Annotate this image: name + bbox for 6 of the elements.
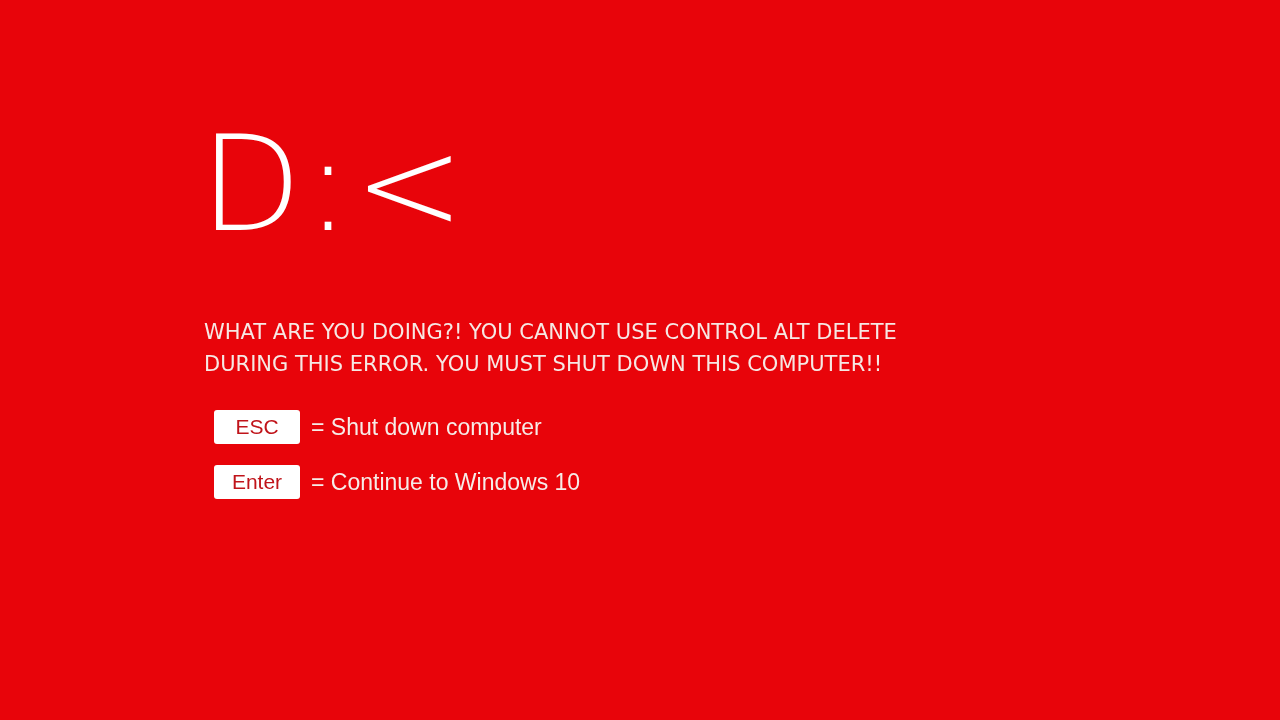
emoticon: D:< (200, 118, 469, 250)
key-label: ESC (214, 410, 300, 445)
error-message: WHAT ARE YOU DOING?! YOU CANNOT USE CONTROL ALT DELETE DURING THIS ERROR. YOU MUST SHUT DOWN THIS COMPUTER!! (204, 319, 898, 378)
key-action: = Shut down computer (311, 413, 542, 442)
key-label: Enter (214, 464, 300, 499)
key-action: = Continue to Windows 10 (311, 467, 581, 497)
